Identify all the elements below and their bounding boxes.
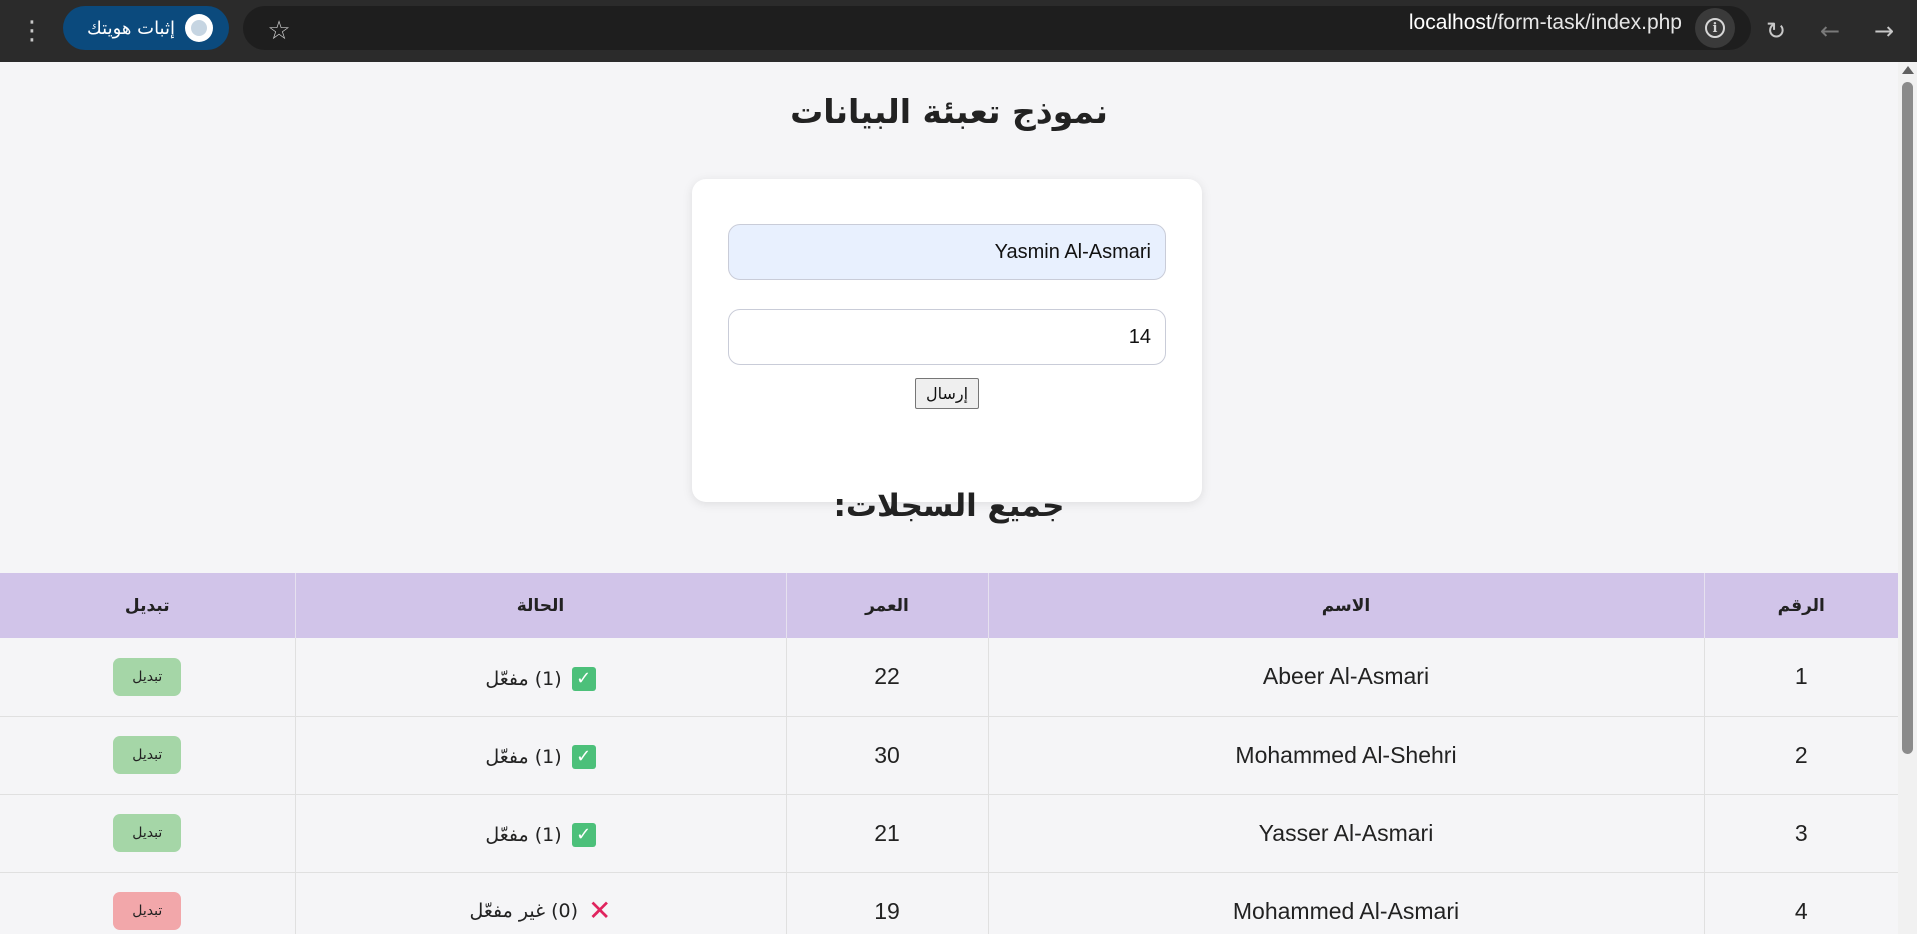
- check-icon: ✓: [571, 744, 596, 769]
- age-input[interactable]: [728, 309, 1166, 365]
- name-input[interactable]: [728, 224, 1166, 280]
- scroll-thumb[interactable]: [1902, 82, 1913, 754]
- header-num: الرقم: [1703, 573, 1898, 638]
- status-text: (1) مفعّل: [485, 823, 562, 846]
- forward-arrow-icon[interactable]: →: [1866, 13, 1902, 49]
- page-content: نموذج تعبئة البيانات إرسال جميع السجلات:…: [0, 62, 1898, 934]
- star-icon[interactable]: ☆: [261, 13, 297, 49]
- status-text: (1) مفعّل: [485, 667, 562, 690]
- table-row: 4 Mohammed Al-Asmari 19 ✕ (0) غير مفعّل ت…: [0, 872, 1898, 934]
- cell-age: 21: [785, 794, 988, 873]
- submit-button[interactable]: إرسال: [915, 378, 979, 409]
- browser-toolbar: ⋮ إثبات هويتك ☆ localhost/form-task/inde…: [0, 0, 1917, 62]
- table-header-row: الرقم الاسم العمر الحالة تبديل: [0, 573, 1898, 638]
- cell-num: 4: [1703, 872, 1898, 934]
- cell-age: 19: [785, 872, 988, 934]
- scroll-up-arrow-icon[interactable]: [1902, 66, 1914, 74]
- toggle-button[interactable]: تبديل: [113, 892, 182, 930]
- cross-icon: ✕: [588, 893, 612, 927]
- url-path: /form-task/index.php: [1491, 11, 1682, 34]
- page-title: نموذج تعبئة البيانات: [790, 92, 1108, 131]
- records-table: الرقم الاسم العمر الحالة تبديل 1 Abeer A…: [0, 573, 1898, 934]
- toggle-button[interactable]: تبديل: [113, 657, 182, 696]
- cell-status: ✕ (0) غير مفعّل: [294, 872, 786, 934]
- check-icon: ✓: [571, 666, 596, 691]
- profile-logo-icon: [185, 14, 213, 42]
- reload-icon[interactable]: ↻: [1758, 13, 1794, 49]
- status-text: (1) مفعّل: [485, 745, 562, 768]
- header-status: الحالة: [294, 573, 786, 638]
- cell-toggle: تبديل: [0, 638, 295, 717]
- cell-status: ✓ (1) مفعّل: [294, 794, 786, 873]
- header-age: العمر: [785, 573, 988, 638]
- url-host: localhost: [1408, 11, 1492, 34]
- header-name: الاسم: [987, 573, 1704, 638]
- check-icon: ✓: [571, 822, 596, 847]
- site-info-button[interactable]: i: [1695, 8, 1735, 48]
- cell-age: 30: [785, 716, 988, 795]
- page-scrollbar[interactable]: [1898, 62, 1917, 934]
- cell-name: Abeer Al-Asmari: [987, 638, 1704, 717]
- table-row: 2 Mohammed Al-Shehri 30 ✓ (1) مفعّل تبديل: [0, 716, 1898, 795]
- info-icon: i: [1705, 18, 1725, 38]
- cell-num: 2: [1703, 716, 1898, 795]
- cell-num: 3: [1703, 794, 1898, 873]
- cell-age: 22: [785, 638, 988, 717]
- cell-name: Mohammed Al-Shehri: [987, 716, 1704, 795]
- data-form: إرسال: [692, 179, 1202, 502]
- cell-toggle: تبديل: [0, 872, 295, 934]
- records-title: جميع السجلات:: [833, 488, 1065, 524]
- toggle-button[interactable]: تبديل: [113, 814, 182, 852]
- profile-button[interactable]: إثبات هويتك: [63, 6, 229, 50]
- cell-num: 1: [1703, 638, 1898, 717]
- table-row: 3 Yasser Al-Asmari 21 ✓ (1) مفعّل تبديل: [0, 794, 1898, 873]
- header-toggle: تبديل: [0, 573, 295, 638]
- cell-toggle: تبديل: [0, 794, 295, 873]
- back-arrow-icon[interactable]: ←: [1812, 13, 1848, 49]
- cell-status: ✓ (1) مفعّل: [294, 638, 786, 717]
- status-text: (0) غير مفعّل: [469, 899, 579, 922]
- cell-name: Yasser Al-Asmari: [987, 794, 1704, 873]
- cell-status: ✓ (1) مفعّل: [294, 716, 786, 795]
- table-row: 1 Abeer Al-Asmari 22 ✓ (1) مفعّل تبديل: [0, 638, 1898, 717]
- menu-dots-icon[interactable]: ⋮: [14, 13, 50, 49]
- cell-toggle: تبديل: [0, 716, 295, 795]
- profile-label: إثبات هويتك: [87, 17, 175, 39]
- cell-name: Mohammed Al-Asmari: [987, 872, 1704, 934]
- toggle-button[interactable]: تبديل: [113, 736, 182, 774]
- url-text[interactable]: localhost/form-task/index.php: [1409, 11, 1682, 35]
